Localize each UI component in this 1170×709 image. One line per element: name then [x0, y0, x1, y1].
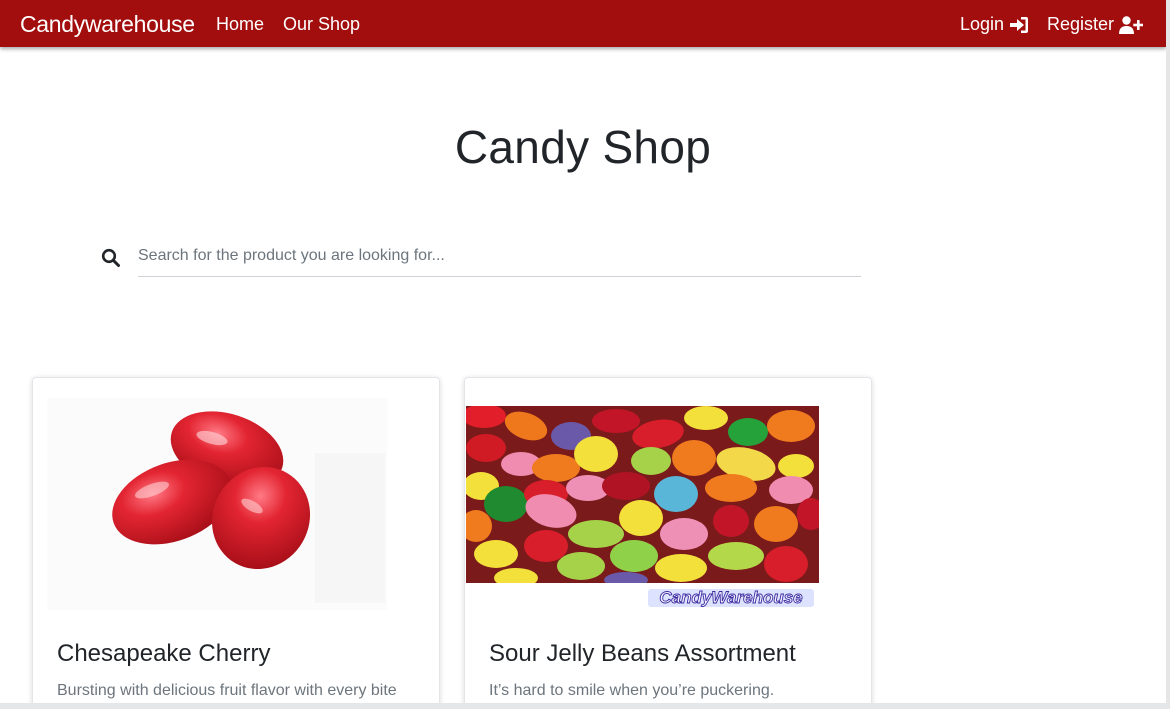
page-title: Candy Shop [454, 121, 712, 173]
red-cherry-jelly-beans-image [47, 398, 387, 610]
search-icon [101, 248, 120, 267]
assorted-jelly-beans-image: CandyWarehouse [466, 406, 819, 611]
product-description: Bursting with delicious fruit flavor wit… [57, 682, 397, 699]
product-title[interactable]: Sour Jelly Beans Assortment [489, 640, 796, 668]
navbar: Candywarehouse Home Our Shop Login Regis… [0, 0, 1166, 47]
page: Candywarehouse Home Our Shop Login Regis… [0, 0, 1166, 703]
product-title[interactable]: Chesapeake Cherry [57, 640, 270, 668]
register-label: Register [1047, 14, 1115, 34]
nav-link-home[interactable]: Home [216, 14, 264, 35]
register-link[interactable]: Register [1047, 14, 1144, 35]
image-watermark: CandyWarehouse [659, 588, 802, 607]
product-card[interactable]: CandyWarehouse Sour Jelly Beans Assortme… [464, 377, 872, 703]
window-edge [0, 703, 1170, 709]
product-description: It’s hard to smile when you’re puckering… [489, 682, 775, 699]
brand-link[interactable]: Candywarehouse [20, 11, 195, 38]
user-plus-icon [1119, 15, 1144, 34]
login-link[interactable]: Login [960, 14, 1029, 35]
search-input[interactable] [138, 236, 861, 277]
sign-in-icon [1010, 16, 1029, 33]
window-edge [1166, 0, 1170, 709]
login-label: Login [960, 14, 1005, 34]
nav-link-our-shop[interactable]: Our Shop [283, 14, 360, 35]
product-card[interactable]: Chesapeake Cherry Bursting with deliciou… [32, 377, 440, 703]
